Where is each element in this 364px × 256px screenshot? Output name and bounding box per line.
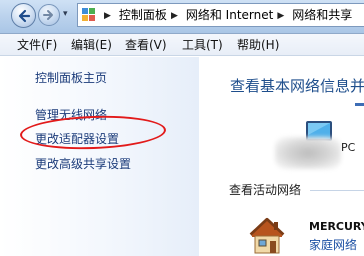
- home-network-icon: [249, 218, 285, 254]
- menu-tools[interactable]: 工具(T): [182, 37, 223, 53]
- recent-pages-dropdown[interactable]: ▾: [63, 9, 68, 19]
- menu-view[interactable]: 查看(V): [125, 37, 167, 53]
- full-map-link[interactable]: [355, 103, 364, 106]
- address-bar[interactable]: ▶ 控制面板 ▶ 网络和 Internet ▶ 网络和共享: [77, 3, 364, 27]
- link-control-panel-home[interactable]: 控制面板主页: [35, 70, 107, 86]
- computer-name-label[interactable]: PC: [341, 141, 355, 155]
- back-arrow-icon: [18, 9, 31, 23]
- page-title: 查看基本网络信息并: [230, 77, 364, 95]
- breadcrumb-network-internet[interactable]: 网络和 Internet: [186, 7, 273, 23]
- main-content: 查看基本网络信息并 PC 查看活动网络 MERCURY 家庭网络: [199, 57, 364, 256]
- link-change-advanced-sharing[interactable]: 更改高级共享设置: [35, 156, 131, 172]
- forward-button[interactable]: [38, 4, 60, 26]
- back-button[interactable]: [11, 3, 36, 28]
- breadcrumb-separator-icon[interactable]: ▶: [277, 8, 284, 24]
- menu-file[interactable]: 文件(F): [17, 37, 57, 53]
- network-name: MERCURY: [309, 220, 364, 233]
- menu-help[interactable]: 帮助(H): [237, 37, 279, 53]
- breadcrumb-network-sharing[interactable]: 网络和共享: [292, 7, 352, 23]
- network-type-link[interactable]: 家庭网络: [309, 237, 357, 253]
- obscured-computer-name: [275, 137, 341, 169]
- breadcrumb-separator-icon[interactable]: ▶: [171, 8, 178, 24]
- task-pane: 控制面板主页 管理无线网络 更改适配器设置 更改高级共享设置: [0, 57, 199, 256]
- breadcrumb-control-panel[interactable]: 控制面板: [119, 7, 167, 23]
- section-divider: [310, 190, 364, 191]
- active-networks-heading: 查看活动网络: [229, 183, 302, 197]
- breadcrumb: ▶ 控制面板 ▶ 网络和 Internet ▶ 网络和共享: [100, 7, 352, 24]
- control-panel-icon: [82, 8, 96, 22]
- breadcrumb-separator-icon[interactable]: ▶: [104, 8, 111, 24]
- address-toolbar: ▾ ▶ 控制面板 ▶ 网络和 Internet ▶ 网络和共享: [0, 0, 364, 34]
- forward-arrow-icon: [43, 10, 53, 20]
- menu-edit[interactable]: 编辑(E): [71, 37, 112, 53]
- menu-bar: 文件(F) 编辑(E) 查看(V) 工具(T) 帮助(H): [0, 34, 364, 56]
